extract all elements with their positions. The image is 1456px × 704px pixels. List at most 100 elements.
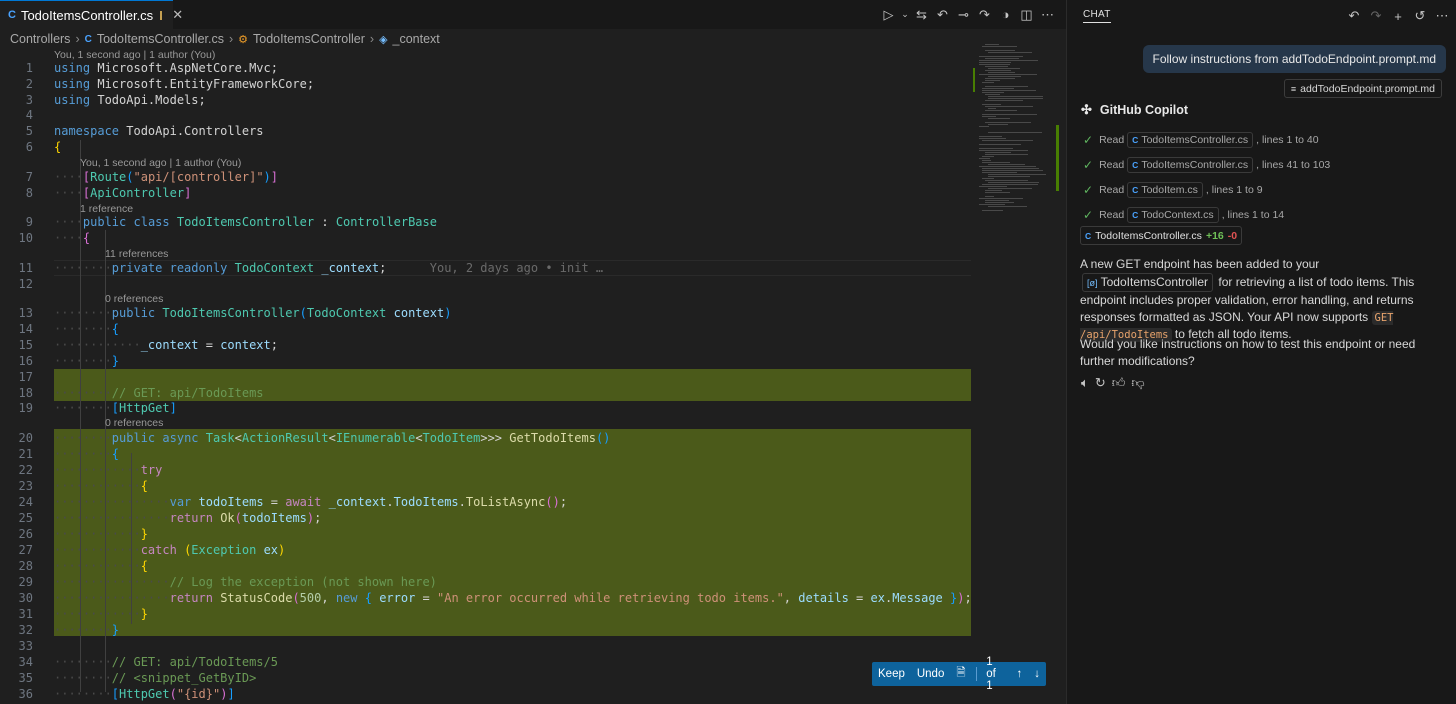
arrow-down-icon[interactable]: ↓	[1028, 668, 1046, 680]
minimap-line	[985, 70, 1011, 71]
check-icon: ✓	[1083, 182, 1094, 197]
open-file-icon[interactable]: 🗎	[950, 665, 971, 684]
codelens[interactable]: 0 references	[105, 417, 163, 430]
code-line[interactable]: 16 ········}	[0, 353, 972, 369]
code-line[interactable]: 28 ············{	[0, 558, 972, 574]
line-number: 19	[18, 401, 33, 415]
code-line[interactable]: 33	[0, 638, 972, 654]
line-number: 31	[18, 607, 33, 621]
minimap-line	[985, 58, 1019, 59]
code-line[interactable]: 15 ············_context = context;	[0, 337, 972, 353]
tab-todoitemscontroller[interactable]: C TodoItemsController.cs ✕	[0, 0, 183, 29]
file-chip[interactable]: C TodoItem.cs	[1127, 181, 1203, 198]
thumbs-down-icon[interactable]: 👎︎	[1131, 375, 1144, 391]
code-line[interactable]: 13 ········public TodoItemsController(Tod…	[0, 305, 972, 321]
chat-panel: CHAT ↶ ↷ + ↺ ⋯ Follow instructions from …	[1066, 0, 1456, 704]
code-text: ················return StatusCode(500, n…	[54, 591, 972, 605]
code-line[interactable]: 1 using Microsoft.AspNetCore.Mvc;	[0, 60, 972, 76]
undo-button[interactable]: Undo	[911, 668, 951, 680]
run-icon[interactable]: ▷	[878, 5, 899, 25]
line-number: 36	[18, 687, 33, 701]
code-line[interactable]: 24 ················var todoItems = await …	[0, 494, 972, 510]
code-line[interactable]: 7 ····[Route("api/[controller]")]	[0, 169, 972, 185]
code-line[interactable]: 10 ····{	[0, 230, 972, 246]
code-line[interactable]: 25 ················return Ok(todoItems);	[0, 510, 972, 526]
code-line[interactable]: 18 ········// GET: api/TodoItems	[0, 385, 972, 401]
code-text: ········}	[54, 354, 120, 368]
code-line[interactable]: 14 ········{	[0, 321, 972, 337]
code-line[interactable]: 31 ············}	[0, 606, 972, 622]
breadcrumb-file[interactable]: TodoItemsController.cs	[97, 32, 224, 46]
speaker-icon[interactable]: 🔈︎	[1081, 375, 1089, 391]
new-chat-icon[interactable]: +	[1388, 6, 1408, 26]
read-item: ✓ Read C TodoContext.cs , lines 1 to 14	[1083, 202, 1330, 227]
code-line[interactable]: 36 ········[HttpGet("{id}")]	[0, 686, 972, 702]
minimap-line	[982, 104, 1001, 105]
keep-button[interactable]: Keep	[872, 668, 911, 680]
undo-icon[interactable]: ↶	[1344, 6, 1364, 26]
timeline-icon[interactable]: ⊸	[953, 5, 974, 25]
minimap-line	[982, 184, 1038, 185]
line-number: 25	[18, 511, 33, 525]
minimap-line	[985, 86, 1028, 87]
minimap-line	[982, 210, 1003, 211]
code-line[interactable]: 20 ········public async Task<ActionResult…	[0, 430, 972, 446]
file-chip[interactable]: C TodoContext.cs	[1127, 206, 1219, 223]
breadcrumb-field[interactable]: _context	[393, 32, 440, 46]
minimap[interactable]	[975, 44, 1055, 214]
code-line[interactable]: 23 ············{	[0, 478, 972, 494]
code-line[interactable]: 4	[0, 107, 972, 123]
code-line[interactable]: 30 ················return StatusCode(500,…	[0, 590, 972, 606]
code-line[interactable]: 17	[0, 369, 972, 385]
attachment-chip[interactable]: ≡ addTodoEndpoint.prompt.md	[1283, 79, 1442, 98]
go-forward-icon[interactable]: ↷	[974, 5, 995, 25]
code-line[interactable]: 35 ········// <snippet_GetByID>	[0, 670, 972, 686]
read-item: ✓ Read C TodoItemsController.cs , lines 4…	[1083, 152, 1330, 177]
code-line[interactable]: 11 ········private readonly TodoContext _…	[0, 260, 972, 276]
code-line[interactable]: 29 ················// Log the exception (…	[0, 574, 972, 590]
symbol-chip[interactable]: [ø] TodoItemsController	[1082, 272, 1214, 293]
redo-icon[interactable]: ↷	[1366, 6, 1386, 26]
changed-file-chip[interactable]: C TodoItemsController.cs +16 -0	[1080, 226, 1243, 245]
thumbs-up-icon[interactable]: 👍︎	[1112, 375, 1126, 391]
split-editor-icon[interactable]: ◫	[1016, 5, 1037, 25]
code-line[interactable]: 26 ············}	[0, 526, 972, 542]
minimap-line	[985, 196, 994, 197]
arrow-up-icon[interactable]: ↑	[1011, 668, 1029, 680]
file-chip[interactable]: C TodoItemsController.cs	[1127, 131, 1254, 148]
code-line[interactable]: 2 using Microsoft.EntityFrameworkCore;	[0, 76, 972, 92]
code-text: ········{	[54, 322, 120, 336]
code-line[interactable]: 12	[0, 276, 972, 292]
code-line[interactable]: 19 ········[HttpGet]	[0, 400, 972, 416]
history-icon[interactable]: ↺	[1410, 6, 1430, 26]
line-number: 16	[18, 354, 33, 368]
code-line[interactable]: 32 ········}	[0, 622, 972, 638]
minimap-line	[979, 60, 1038, 61]
code-text: ········public async Task<ActionResult<I…	[54, 431, 611, 445]
minimap-line	[988, 52, 1032, 53]
chat-actions: ↶ ↷ + ↺ ⋯	[1344, 6, 1452, 26]
compare-changes-icon[interactable]: ⇆	[911, 5, 932, 25]
code-line[interactable]: 8 ····[ApiController]	[0, 185, 972, 201]
minimap-line	[988, 108, 996, 109]
code-line[interactable]: 22 ············try	[0, 462, 972, 478]
more-icon[interactable]: ⋯	[1037, 5, 1058, 25]
go-back-icon[interactable]: ↶	[932, 5, 953, 25]
breadcrumb-folder[interactable]: Controllers	[10, 32, 70, 46]
copilot-icon[interactable]: ◑	[995, 5, 1016, 25]
close-icon[interactable]: ✕	[172, 7, 183, 23]
more-icon[interactable]: ⋯	[1432, 6, 1452, 26]
breadcrumb-class[interactable]: TodoItemsController	[253, 32, 365, 46]
chat-title[interactable]: CHAT	[1083, 9, 1111, 23]
code-line[interactable]: 27 ············catch (Exception ex)	[0, 542, 972, 558]
code-line[interactable]: 3 using TodoApi.Models;	[0, 92, 972, 108]
code-line[interactable]: 34 ········// GET: api/TodoItems/5	[0, 654, 972, 670]
file-chip[interactable]: C TodoItemsController.cs	[1127, 156, 1254, 173]
retry-icon[interactable]: ↻	[1095, 375, 1106, 391]
scrollbar-change-marker	[1056, 125, 1059, 191]
code-line[interactable]: 5 namespace TodoApi.Controllers	[0, 123, 972, 139]
chevron-down-icon[interactable]: ⌄	[899, 5, 911, 25]
code-line[interactable]: 21 ········{	[0, 446, 972, 462]
code-line[interactable]: 9 ····public class TodoItemsController : …	[0, 214, 972, 230]
code-line[interactable]: 6{	[0, 139, 972, 155]
